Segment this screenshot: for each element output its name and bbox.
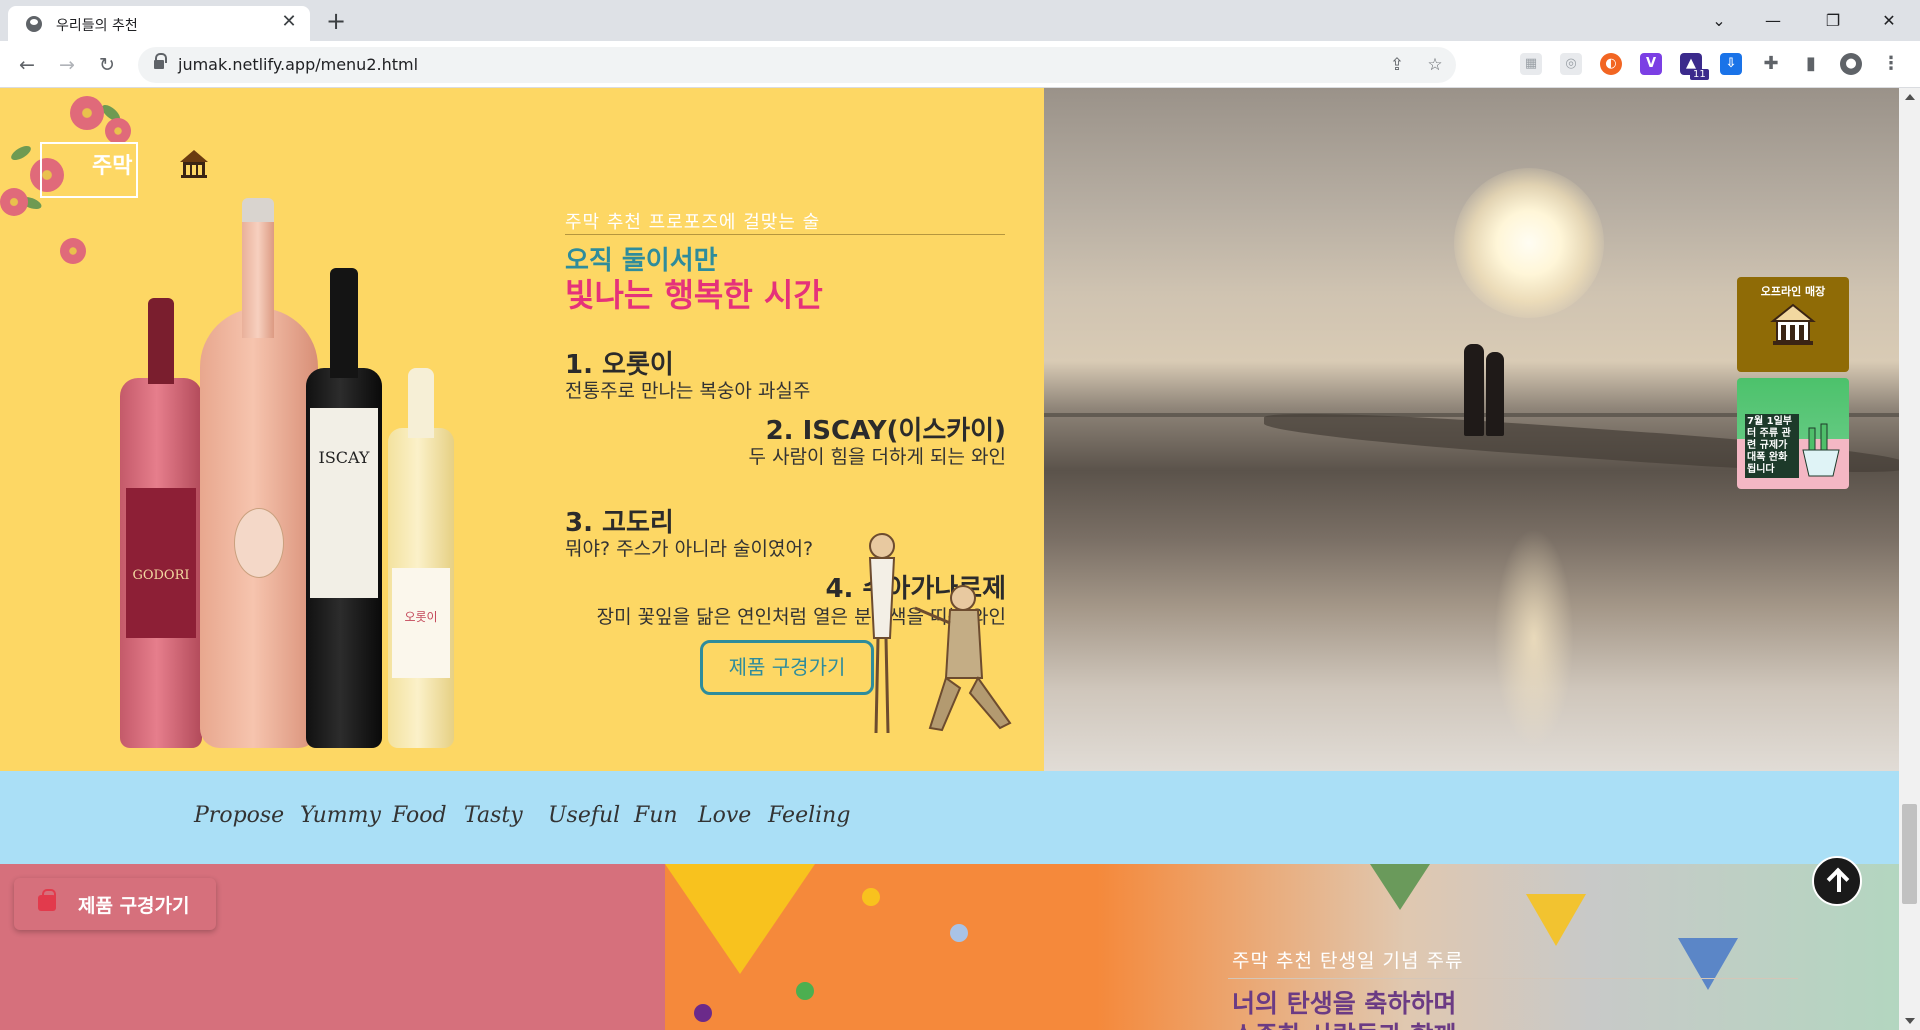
item-desc-3: 뭐야? 주스가 아니라 술이였어? bbox=[565, 538, 814, 560]
globe-icon bbox=[26, 16, 42, 32]
extension-badge: 11 bbox=[1690, 69, 1709, 80]
sun-glow bbox=[1454, 168, 1604, 318]
extension-grid-icon[interactable]: ▦ bbox=[1520, 53, 1542, 75]
hero-subtitle: 주막 추천 프로포즈에 걸맞는 술 bbox=[565, 212, 821, 233]
nav-item-yummy[interactable]: Yummy bbox=[300, 803, 381, 828]
item-desc-1: 전통주로 만나는 복숭아 과실주 bbox=[565, 380, 811, 402]
reload-icon[interactable]: ↻ bbox=[92, 50, 122, 80]
back-icon[interactable]: ← bbox=[12, 50, 42, 80]
browser-tab[interactable]: 우리들의 추천 ✕ bbox=[8, 6, 310, 41]
browser-tabbar: 우리들의 추천 ✕ + ⌄ — ❐ ✕ bbox=[0, 0, 1920, 41]
scroll-thumb[interactable] bbox=[1902, 804, 1917, 904]
rose-bottle bbox=[200, 198, 318, 748]
birthday-subtitle: 주막 추천 탄생일 기념 주류 bbox=[1232, 950, 1464, 972]
extensions-icon[interactable]: ✚ bbox=[1760, 53, 1782, 75]
sidebar-icon[interactable]: ▮ bbox=[1800, 53, 1822, 75]
proposal-illustration bbox=[868, 533, 1012, 734]
nav-item-propose[interactable]: Propose bbox=[194, 803, 284, 828]
shopping-bag-icon bbox=[38, 889, 56, 911]
birthday-headline-2: 소중한 사람들과 함께 bbox=[1232, 1016, 1456, 1030]
scroll-to-top-button[interactable] bbox=[1812, 856, 1862, 906]
hero-headline-2: 빛나는 행복한 시간 bbox=[565, 276, 823, 314]
hero-left-panel: 주막 GODORI ISCAY 오롯이 주막 추천 프로포즈에 걸맞는 술 오직… bbox=[0, 88, 1044, 771]
menu-icon[interactable]: ⋮ bbox=[1880, 53, 1902, 75]
star-icon[interactable]: ☆ bbox=[1424, 54, 1446, 76]
page-viewport: 주막 GODORI ISCAY 오롯이 주막 추천 프로포즈에 걸맞는 술 오직… bbox=[0, 88, 1920, 1030]
orotee-bottle: 오롯이 bbox=[388, 368, 454, 748]
close-tab-icon[interactable]: ✕ bbox=[278, 11, 300, 33]
category-nav: Propose Yummy Food Tasty Useful Fun Love… bbox=[0, 771, 1899, 864]
product-browse-button[interactable]: 제품 구경가기 bbox=[700, 640, 874, 695]
tab-search-icon[interactable]: ⌄ bbox=[1696, 6, 1742, 36]
nav-item-fun[interactable]: Fun bbox=[634, 803, 678, 828]
regulation-promo-banner[interactable]: 7월 1일부터 주류 관련 규제가 대폭 완화 됩니다 bbox=[1737, 378, 1849, 489]
godori-bottle: GODORI bbox=[120, 298, 202, 748]
extension-download-icon[interactable]: ⇩ bbox=[1720, 53, 1742, 75]
soju-bucket-icon bbox=[1802, 423, 1840, 477]
iscay-bottle: ISCAY bbox=[306, 268, 382, 748]
birthday-headline-1: 너의 탄생을 축하하며 bbox=[1232, 989, 1457, 1018]
tab-title: 우리들의 추천 bbox=[56, 18, 138, 34]
address-bar[interactable]: jumak.netlify.app/menu2.html ⇪ ☆ bbox=[138, 47, 1456, 83]
godori-label: GODORI bbox=[126, 488, 196, 638]
extension-orange-icon[interactable]: ◐ bbox=[1600, 53, 1622, 75]
extension-eye-icon[interactable]: ◎ bbox=[1560, 53, 1582, 75]
item-desc-2: 두 사람이 힘을 더하게 되는 와인 bbox=[748, 446, 1006, 468]
iscay-label: ISCAY bbox=[310, 408, 378, 598]
promo-text: 7월 1일부터 주류 관련 규제가 대폭 완화 됩니다 bbox=[1745, 414, 1799, 478]
scroll-up-arrow[interactable] bbox=[1905, 94, 1915, 100]
close-window-button[interactable]: ✕ bbox=[1866, 6, 1912, 36]
floating-product-button[interactable]: 제품 구경가기 bbox=[14, 878, 216, 930]
nav-item-food[interactable]: Food bbox=[392, 803, 447, 828]
minimize-button[interactable]: — bbox=[1750, 6, 1796, 36]
extension-v-icon[interactable]: V bbox=[1640, 53, 1662, 75]
share-icon[interactable]: ⇪ bbox=[1386, 54, 1408, 76]
new-tab-button[interactable]: + bbox=[322, 8, 350, 36]
nav-item-love[interactable]: Love bbox=[698, 803, 751, 828]
browser-toolbar: ← → ↻ jumak.netlify.app/menu2.html ⇪ ☆ ▦… bbox=[0, 41, 1920, 88]
page-scrollbar[interactable] bbox=[1899, 88, 1920, 1030]
nav-item-useful[interactable]: Useful bbox=[548, 803, 620, 828]
url-text[interactable]: jumak.netlify.app/menu2.html bbox=[178, 55, 418, 74]
floating-product-label: 제품 구경가기 bbox=[78, 895, 190, 917]
offline-store-title: 오프라인 매장 bbox=[1760, 285, 1826, 298]
profile-icon[interactable]: ● bbox=[1840, 53, 1862, 75]
couple-silhouette bbox=[1456, 336, 1516, 436]
restore-button[interactable]: ❐ bbox=[1810, 6, 1856, 36]
orotee-label: 오롯이 bbox=[392, 568, 450, 678]
forward-icon[interactable]: → bbox=[52, 50, 82, 80]
hero-divider bbox=[565, 234, 1005, 235]
nav-item-feeling[interactable]: Feeling bbox=[768, 803, 850, 828]
lock-icon[interactable] bbox=[154, 53, 167, 70]
birthday-section: 주막 추천 탄생일 기념 주류 너의 탄생을 축하하며 소중한 사람들과 함께 bbox=[0, 864, 1899, 1030]
store-house-icon bbox=[1770, 303, 1816, 345]
party-hat-decoration bbox=[665, 864, 815, 974]
scroll-down-arrow[interactable] bbox=[1905, 1018, 1915, 1024]
nav-item-tasty[interactable]: Tasty bbox=[464, 803, 523, 828]
wine-bottles-image: GODORI ISCAY 오롯이 bbox=[110, 168, 470, 748]
offline-store-banner[interactable]: 오프라인 매장 bbox=[1737, 277, 1849, 372]
